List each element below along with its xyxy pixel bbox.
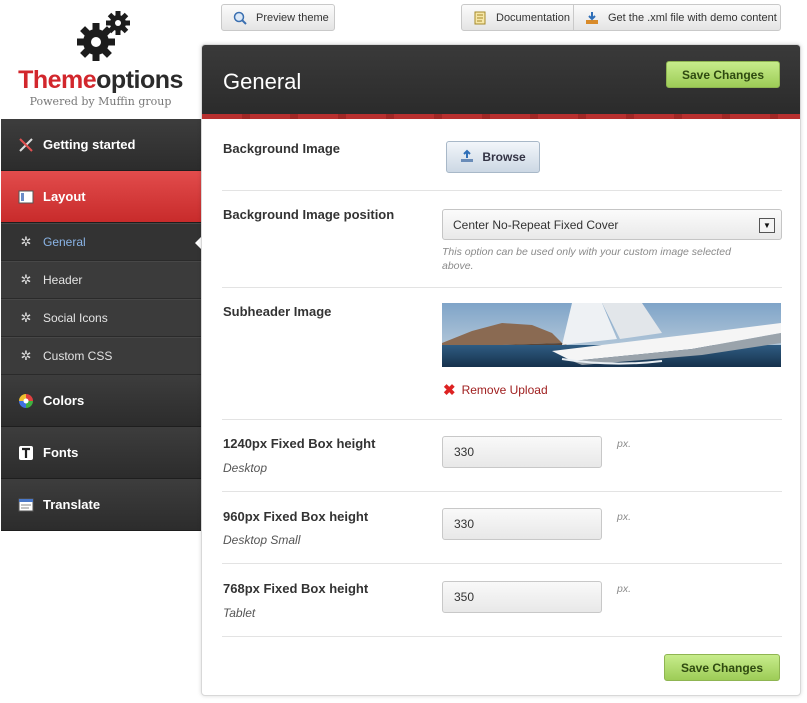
box-1240-unit: px. xyxy=(617,438,632,450)
translate-icon xyxy=(17,496,35,514)
box-768-label: 768px Fixed Box height xyxy=(223,581,369,596)
divider xyxy=(222,287,782,288)
sidebar-item-colors[interactable]: Colors xyxy=(1,375,201,427)
chevron-down-icon: ▼ xyxy=(759,218,775,233)
remove-upload-label: Remove Upload xyxy=(461,383,548,397)
sidebar-item-layout[interactable]: Layout xyxy=(1,171,201,223)
sidebar: Getting started Layout ✲ General ✲ Heade… xyxy=(1,119,201,531)
divider xyxy=(222,419,782,420)
box-960-label: 960px Fixed Box height xyxy=(223,509,369,524)
gear-icon: ✲ xyxy=(20,234,32,249)
preview-theme-button[interactable]: Preview theme xyxy=(221,4,335,31)
remove-upload-button[interactable]: ✖ Remove Upload xyxy=(443,381,548,399)
gear-icon: ✲ xyxy=(20,348,32,363)
select-value: Center No-Repeat Fixed Cover xyxy=(453,217,619,232)
upload-icon xyxy=(460,149,474,166)
sidebar-item-getting-started[interactable]: Getting started xyxy=(1,119,201,171)
box-1240-sub: Desktop xyxy=(223,461,268,475)
page-title: General xyxy=(223,69,302,94)
save-changes-button-bottom[interactable]: Save Changes xyxy=(664,654,780,681)
panel-header: General Save Changes xyxy=(202,45,800,119)
browse-label: Browse xyxy=(482,150,526,164)
layout-icon xyxy=(17,188,35,206)
download-xml-button[interactable]: Get the .xml file with demo content xyxy=(574,5,780,30)
divider xyxy=(222,190,782,191)
divider xyxy=(222,491,782,492)
sidebar-item-label: Header xyxy=(43,273,83,287)
background-position-label: Background Image position xyxy=(223,207,395,222)
gear-icon: ✲ xyxy=(20,310,32,325)
box-960-sub: Desktop Small xyxy=(223,533,301,547)
sidebar-item-label: Social Icons xyxy=(43,311,108,325)
close-icon: ✖ xyxy=(443,382,456,399)
sidebar-item-label: Translate xyxy=(43,497,101,512)
divider xyxy=(222,563,782,564)
box-1240-label: 1240px Fixed Box height xyxy=(223,436,376,451)
logo-title: Themeoptions xyxy=(0,66,201,95)
background-position-hint: This option can be used only with your c… xyxy=(442,246,731,272)
background-image-label: Background Image xyxy=(223,141,341,156)
sidebar-item-fonts[interactable]: Fonts xyxy=(1,427,201,479)
box-768-sub: Tablet xyxy=(223,606,256,620)
logo-title-red: Theme xyxy=(18,66,97,94)
sidebar-item-translate[interactable]: Translate xyxy=(1,479,201,531)
sidebar-item-general[interactable]: ✲ General xyxy=(1,223,201,261)
box-768-input[interactable] xyxy=(442,581,602,613)
documentation-button[interactable]: Documentation xyxy=(462,5,574,30)
logo: Themeoptions Powered by Muffin group xyxy=(0,0,201,118)
gears-logo-icon xyxy=(77,11,130,61)
color-wheel-icon xyxy=(17,392,35,410)
logo-title-dark: options xyxy=(96,66,183,94)
divider xyxy=(222,636,782,637)
sidebar-item-label: Colors xyxy=(43,393,85,408)
box-960-input[interactable] xyxy=(442,508,602,540)
box-1240-input[interactable] xyxy=(442,436,602,468)
header-stripe xyxy=(202,114,800,119)
sidebar-item-header[interactable]: ✲ Header xyxy=(1,261,201,299)
box-768-unit: px. xyxy=(617,583,632,595)
download-xml-label: Get the .xml file with demo content xyxy=(608,11,777,24)
sidebar-item-label: Fonts xyxy=(43,445,79,460)
sidebar-item-label: Getting started xyxy=(43,137,136,152)
gear-icon: ✲ xyxy=(20,272,32,287)
subheader-image-preview xyxy=(442,303,781,367)
subheader-image-label: Subheader Image xyxy=(223,304,332,319)
preview-theme-label: Preview theme xyxy=(256,11,329,24)
settings-panel: General Save Changes Background Image Br… xyxy=(201,44,801,696)
download-icon xyxy=(584,10,600,26)
tools-icon xyxy=(17,136,35,154)
save-changes-button-top[interactable]: Save Changes xyxy=(666,61,780,88)
magnifier-icon xyxy=(232,10,248,26)
logo-subtitle: Powered by Muffin group xyxy=(29,95,172,108)
documentation-label: Documentation xyxy=(496,11,570,24)
help-button-group: Documentation Get the .xml file with dem… xyxy=(461,4,781,31)
sidebar-item-label: General xyxy=(43,235,86,249)
browse-button[interactable]: Browse xyxy=(446,141,540,173)
box-960-unit: px. xyxy=(617,511,632,523)
sidebar-item-label: Layout xyxy=(43,189,86,204)
document-icon xyxy=(472,10,488,26)
sidebar-item-social-icons[interactable]: ✲ Social Icons xyxy=(1,299,201,337)
sidebar-item-label: Custom CSS xyxy=(43,349,113,363)
background-position-select[interactable]: Center No-Repeat Fixed Cover ▼ xyxy=(442,209,782,240)
sidebar-item-custom-css[interactable]: ✲ Custom CSS xyxy=(1,337,201,375)
font-icon xyxy=(17,444,35,462)
